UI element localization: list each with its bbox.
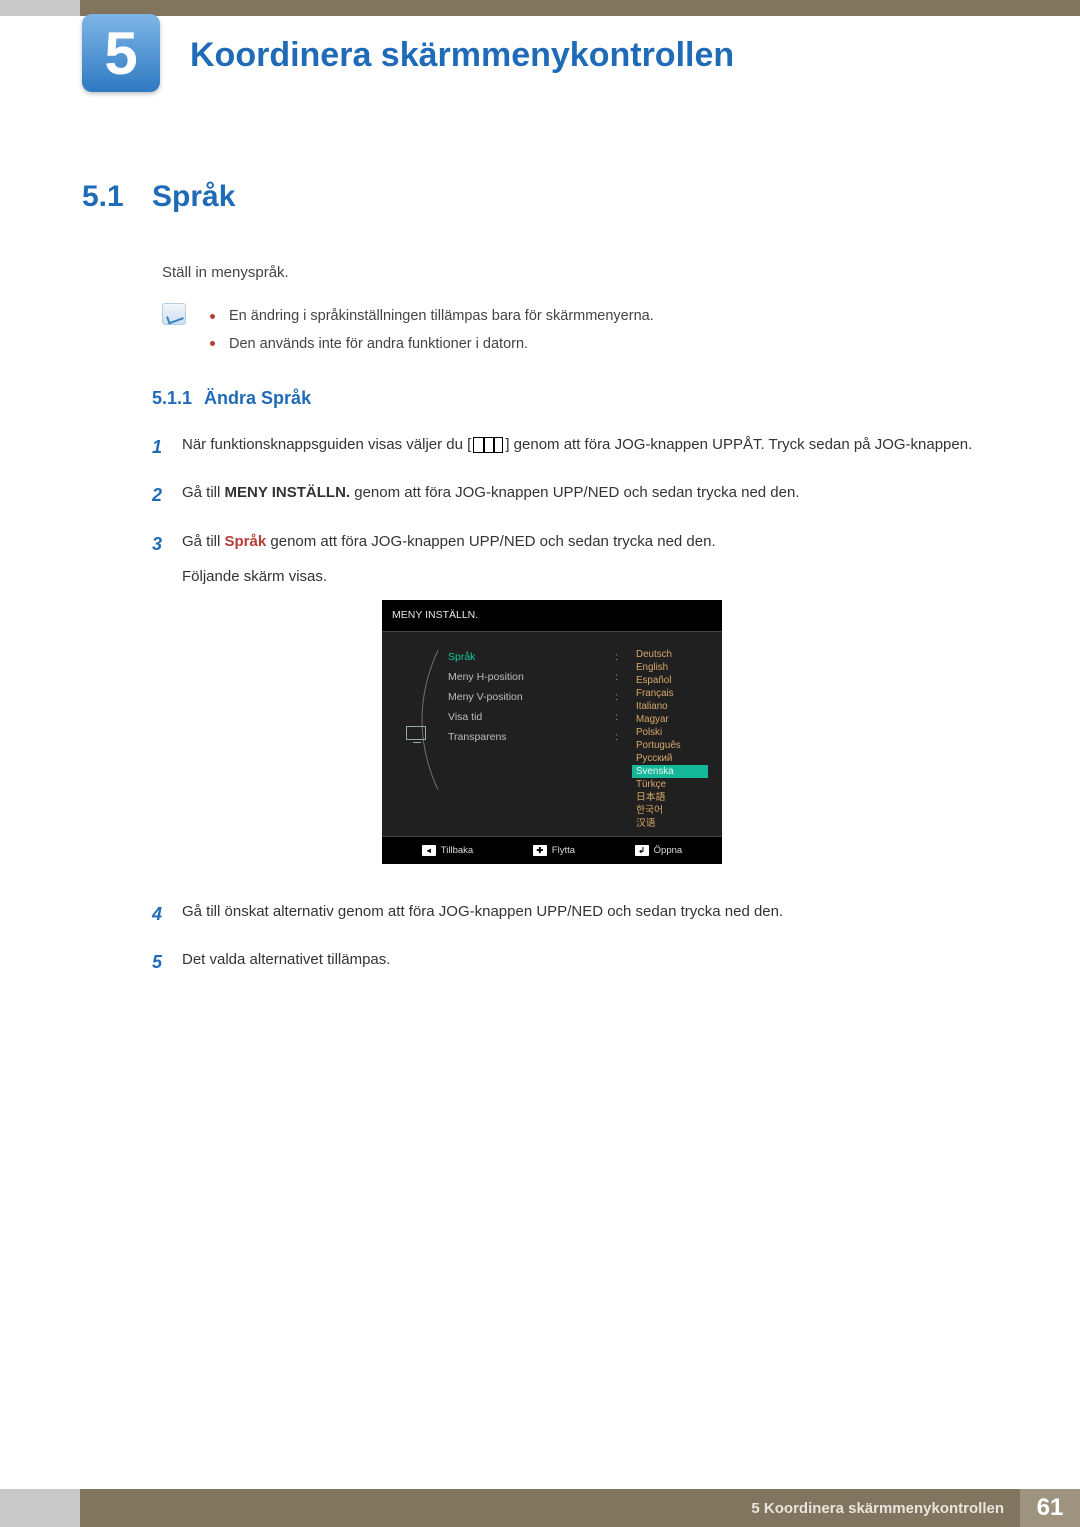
step-5: 5 Det valda alternativet tillämpas.	[152, 946, 990, 978]
subsection-heading: 5.1.1 Ändra Språk	[152, 388, 990, 409]
steps-list: 1 När funktionsknappsguiden visas väljer…	[152, 431, 990, 979]
subsection-number: 5.1.1	[152, 388, 192, 408]
osd-language-item: Español	[632, 674, 708, 687]
step-4: 4 Gå till önskat alternativ genom att fö…	[152, 898, 990, 930]
osd-footer-move: ✚ Flytta	[533, 842, 575, 859]
step-number: 3	[152, 528, 182, 882]
step-text: När funktionsknappsguiden visas väljer d…	[182, 436, 471, 453]
move-key-icon: ✚	[533, 845, 547, 856]
step-number: 5	[152, 946, 182, 978]
step-body: Gå till önskat alternativ genom att föra…	[182, 898, 990, 930]
osd-language-item: English	[632, 661, 708, 674]
osd-body: Språk:Meny H-position:Meny V-position:Vi…	[382, 632, 722, 836]
chapter-title: Koordinera skärmmenykontrollen	[190, 36, 734, 75]
osd-language-item: Français	[632, 687, 708, 700]
osd-language-list: DeutschEnglishEspañolFrançaisItalianoMag…	[632, 648, 708, 830]
footer-stripe-left	[0, 1489, 80, 1527]
osd-menu-item: Språk:	[448, 648, 624, 668]
osd-menu-label: Meny V-position	[448, 688, 523, 707]
osd-menu-label: Visa tid	[448, 708, 482, 727]
step-1: 1 När funktionsknappsguiden visas väljer…	[152, 431, 990, 463]
step-bold-text: MENY INSTÄLLN.	[225, 484, 351, 501]
page-number: 61	[1020, 1489, 1080, 1527]
osd-title: MENY INSTÄLLN.	[382, 600, 722, 632]
osd-language-item: Polski	[632, 726, 708, 739]
page-content: 5.1Språk Ställ in menyspråk. En ändring …	[82, 180, 990, 995]
step-text: ] genom att föra JOG-knappen UPPÅT. Tryc…	[505, 436, 972, 453]
note-icon	[162, 303, 186, 325]
note-item: En ändring i språkinställningen tillämpa…	[210, 303, 654, 331]
subsection-title: Ändra Språk	[204, 388, 311, 408]
osd-language-item: Türkçe	[632, 778, 708, 791]
step-number: 1	[152, 431, 182, 463]
osd-menu-label: Transparens	[448, 728, 507, 747]
osd-menu-colon: :	[615, 688, 618, 707]
header-stripe	[0, 0, 1080, 16]
step-highlight-text: Språk	[225, 533, 267, 550]
note-list: En ändring i språkinställningen tillämpa…	[210, 303, 654, 358]
note-block: En ändring i språkinställningen tillämpa…	[162, 303, 990, 358]
osd-curve-decoration	[402, 648, 448, 830]
osd-footer-open: ↲ Öppna	[635, 842, 683, 859]
bullet-dot-icon	[210, 314, 215, 319]
osd-language-item: Italiano	[632, 700, 708, 713]
step-text: Gå till	[182, 533, 225, 550]
osd-menu-colon: :	[615, 648, 618, 667]
osd-footer: ◂ Tillbaka ✚ Flytta ↲ Öppna	[382, 836, 722, 864]
enter-key-icon: ↲	[635, 845, 649, 856]
monitor-icon	[406, 726, 426, 740]
osd-language-item: 日本語	[632, 791, 708, 804]
step-body: Gå till MENY INSTÄLLN. genom att föra JO…	[182, 479, 990, 511]
step-body: Gå till Språk genom att föra JOG-knappen…	[182, 528, 990, 882]
osd-language-item: Português	[632, 739, 708, 752]
section-heading: 5.1Språk	[82, 180, 990, 214]
osd-footer-label: Tillbaka	[441, 842, 473, 859]
step-2: 2 Gå till MENY INSTÄLLN. genom att föra …	[152, 479, 990, 511]
osd-menu-label: Språk	[448, 648, 475, 667]
osd-menu-item: Meny H-position:	[448, 668, 624, 688]
osd-menu-list: Språk:Meny H-position:Meny V-position:Vi…	[448, 648, 624, 830]
osd-language-item: Svenska	[632, 765, 708, 778]
osd-footer-back: ◂ Tillbaka	[422, 842, 473, 859]
step-body: När funktionsknappsguiden visas väljer d…	[182, 431, 990, 463]
note-text: En ändring i språkinställningen tillämpa…	[229, 308, 654, 324]
osd-menu-item: Meny V-position:	[448, 688, 624, 708]
footer-chapter-label: 5 Koordinera skärmmenykontrollen	[80, 1489, 1020, 1527]
osd-menu-label: Meny H-position	[448, 668, 524, 687]
footer: 5 Koordinera skärmmenykontrollen 61	[0, 1489, 1080, 1527]
osd-menu-item: Transparens:	[448, 728, 624, 748]
osd-language-item: 한국어	[632, 804, 708, 817]
note-text: Den används inte för andra funktioner i …	[229, 336, 528, 352]
osd-language-item: Magyar	[632, 713, 708, 726]
osd-menu-colon: :	[615, 668, 618, 687]
step-text: genom att föra JOG-knappen UPP/NED och s…	[266, 533, 715, 550]
osd-footer-label: Öppna	[654, 842, 683, 859]
step-text: Följande skärm visas.	[182, 563, 990, 590]
osd-menu-item: Visa tid:	[448, 708, 624, 728]
section-title: Språk	[152, 180, 235, 213]
osd-language-item: 汉语	[632, 817, 708, 830]
chapter-number-badge: 5	[82, 14, 160, 92]
section-intro: Ställ in menyspråk.	[162, 264, 990, 281]
menu-icon	[473, 437, 503, 453]
step-body: Det valda alternativet tillämpas.	[182, 946, 990, 978]
osd-footer-label: Flytta	[552, 842, 575, 859]
back-key-icon: ◂	[422, 845, 436, 856]
step-text: Gå till	[182, 484, 225, 501]
section-number: 5.1	[82, 180, 152, 214]
osd-menu-colon: :	[615, 728, 618, 747]
header-stripe-left	[0, 0, 80, 16]
osd-screenshot: MENY INSTÄLLN. Språk:Meny H-position:Men…	[382, 600, 722, 864]
note-item: Den används inte för andra funktioner i …	[210, 331, 654, 359]
step-number: 4	[152, 898, 182, 930]
step-3: 3 Gå till Språk genom att föra JOG-knapp…	[152, 528, 990, 882]
bullet-dot-icon	[210, 341, 215, 346]
osd-language-item: Русский	[632, 752, 708, 765]
osd-menu-colon: :	[615, 708, 618, 727]
step-number: 2	[152, 479, 182, 511]
osd-language-item: Deutsch	[632, 648, 708, 661]
step-text: genom att föra JOG-knappen UPP/NED och s…	[350, 484, 799, 501]
